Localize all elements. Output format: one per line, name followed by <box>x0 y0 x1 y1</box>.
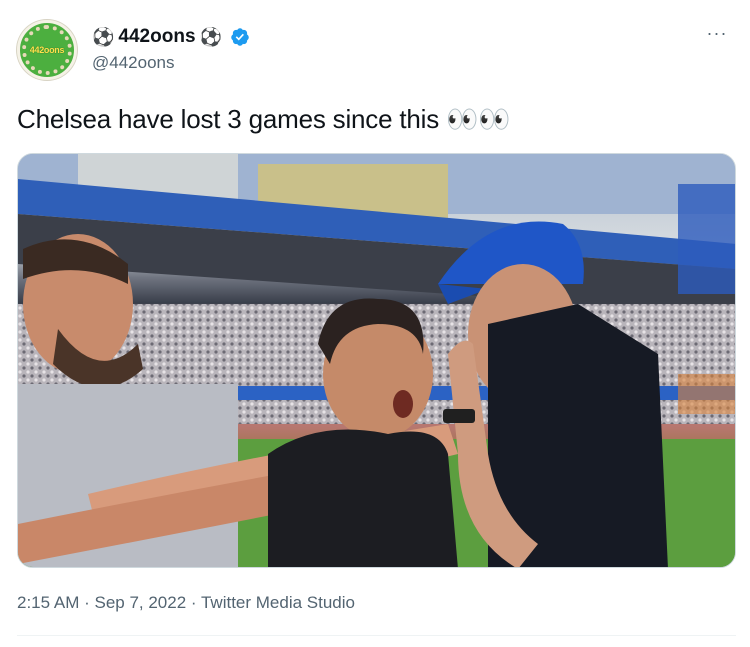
tweet-media-photo[interactable] <box>17 153 736 568</box>
author-handle[interactable]: @442oons <box>92 53 175 73</box>
avatar-logo-text: 442oons <box>29 45 65 55</box>
author-display-name[interactable]: ⚽ 442oons ⚽ <box>92 26 250 48</box>
tweet-text: Chelsea have lost 3 games since this 👀👀 <box>17 104 511 134</box>
author-name-text: 442oons <box>118 26 196 47</box>
soccer-ball-emoji: ⚽ <box>199 27 222 47</box>
more-horizontal-icon[interactable]: ··· <box>702 24 732 48</box>
photo-illustration <box>18 154 735 567</box>
divider <box>17 635 736 636</box>
tweet-card[interactable]: 442oons ⚽ 442oons ⚽ @442oons ··· Chelsea… <box>0 0 750 647</box>
tweet-timestamp[interactable]: 2:15 AM · Sep 7, 2022 · Twitter Media St… <box>17 593 355 613</box>
avatar[interactable]: 442oons <box>17 20 77 80</box>
soccer-ball-emoji: ⚽ <box>92 27 115 47</box>
verified-badge-icon <box>231 28 249 46</box>
